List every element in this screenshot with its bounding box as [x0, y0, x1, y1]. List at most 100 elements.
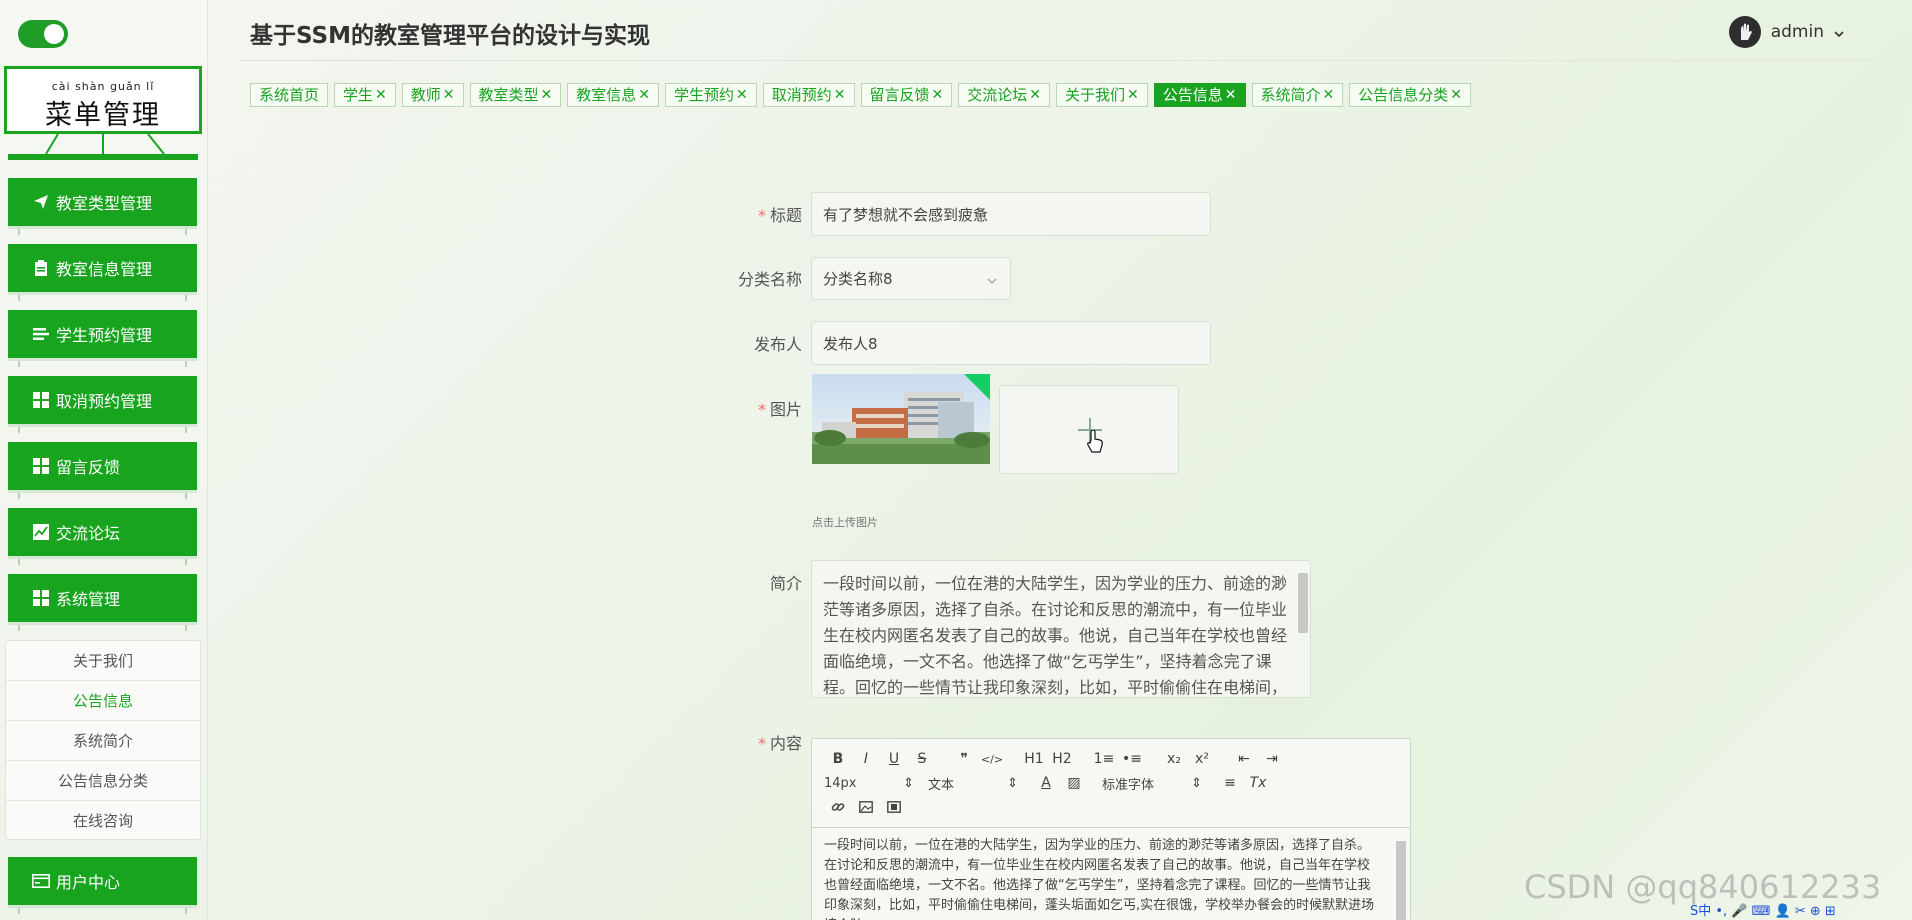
submenu-item-notice-category[interactable]: 公告信息分类 — [6, 761, 200, 801]
category-label: 分类名称 — [737, 270, 802, 289]
pointer-cursor-icon — [1086, 429, 1104, 458]
user-menu[interactable]: admin — [1728, 16, 1844, 48]
clear-format-button[interactable]: Tx — [1244, 772, 1272, 794]
tab-9[interactable]: 关于我们 ✕ — [1056, 83, 1148, 107]
underline-button[interactable]: U — [880, 748, 908, 770]
indent-button[interactable]: ⇥ — [1258, 748, 1286, 770]
close-icon[interactable]: ✕ — [541, 84, 553, 106]
tab-label: 教室信息 — [576, 86, 637, 104]
close-icon[interactable]: ✕ — [932, 84, 944, 106]
uploaded-image-thumbnail[interactable] — [812, 374, 990, 464]
superscript-button[interactable]: x² — [1188, 748, 1216, 770]
tab-label: 关于我们 — [1065, 86, 1126, 104]
rich-text-editor: B I U S ❞ </> H1 H2 1≡ •≡ x₂ x² ⇤ ⇥ 14px… — [811, 738, 1411, 920]
link-icon[interactable] — [824, 796, 852, 818]
header-divider — [240, 60, 1872, 61]
close-icon[interactable]: ✕ — [1127, 84, 1139, 106]
submenu-item-consult[interactable]: 在线咨询 — [6, 801, 200, 841]
font-color-icon[interactable]: A — [1032, 772, 1060, 794]
publisher-input[interactable]: 发布人8 — [811, 321, 1211, 365]
blockquote-button[interactable]: ❞ — [950, 748, 978, 770]
editor-content[interactable]: 一段时间以前，一位在港的大陆学生，因为学业的压力、前途的渺茫等诸多原因，选择了自… — [812, 827, 1410, 920]
upload-success-corner — [964, 374, 990, 400]
bullet-list-button[interactable]: •≡ — [1118, 748, 1146, 770]
menu-item-label: 交流论坛 — [56, 524, 121, 543]
close-icon[interactable]: ✕ — [1225, 84, 1237, 106]
tab-11[interactable]: 系统简介 ✕ — [1251, 83, 1344, 107]
image-icon[interactable] — [852, 796, 880, 818]
close-icon[interactable]: ✕ — [375, 84, 387, 106]
tab-bar: 系统首页 学生 ✕ 教师 ✕ 教室类型 ✕ 教室信息 ✕ 学生预约 ✕ 取消预约 ✕ 留言反馈 ✕ 交流论坛 ✕… — [250, 83, 1472, 107]
submenu-item-intro[interactable]: 系统简介 — [6, 721, 200, 761]
tab-8[interactable]: 交流论坛 ✕ — [958, 83, 1051, 107]
menu-item-label: 教室信息管理 — [56, 260, 153, 279]
close-icon[interactable]: ✕ — [1029, 84, 1041, 106]
background-color-icon[interactable]: ▨ — [1060, 772, 1088, 794]
strike-button[interactable]: S — [908, 748, 936, 770]
close-icon[interactable]: ✕ — [443, 84, 455, 106]
close-icon[interactable]: ✕ — [834, 84, 846, 106]
tab-0[interactable]: 系统首页 — [250, 83, 329, 107]
align-icon[interactable]: ≡ — [1216, 772, 1244, 794]
chart-icon — [32, 523, 50, 541]
menu-item-classroom-info[interactable]: 教室信息管理 — [8, 244, 197, 301]
menu-item-feedback[interactable]: 留言反馈 — [8, 442, 197, 499]
content-label: * 内容 — [757, 734, 802, 753]
menu-item-classroom-type[interactable]: 教室类型管理 — [8, 178, 197, 235]
grid-icon — [32, 457, 50, 475]
ordered-list-button[interactable]: 1≡ — [1090, 748, 1118, 770]
menu-item-label: 学生预约管理 — [56, 326, 153, 345]
publisher-label: 发布人 — [753, 335, 802, 354]
menu-item-user-center[interactable]: 用户中心 — [8, 857, 197, 914]
tab-12[interactable]: 公告信息分类 ✕ — [1349, 83, 1472, 107]
tab-10[interactable]: 公告信息 ✕ — [1153, 83, 1246, 107]
id-card-icon — [32, 872, 50, 890]
close-icon[interactable]: ✕ — [1450, 84, 1462, 106]
close-icon[interactable]: ✕ — [1323, 84, 1335, 106]
submenu-item-about[interactable]: 关于我们 — [6, 641, 200, 681]
logo-pinyin: cài shàn guǎn lǐ — [51, 80, 155, 93]
menu-item-student-booking[interactable]: 学生预约管理 — [8, 310, 197, 367]
close-icon[interactable]: ✕ — [638, 84, 650, 106]
tab-1[interactable]: 学生 ✕ — [334, 83, 396, 107]
clipboard-icon — [32, 259, 50, 277]
intro-textarea[interactable]: 一段时间以前，一位在港的大陆学生，因为学业的压力、前途的渺茫等诸多原因，选择了自… — [811, 560, 1311, 698]
menu-item-system[interactable]: 系统管理 — [8, 574, 197, 631]
menu-item-label: 留言反馈 — [56, 458, 121, 477]
toolbar-row-1: B I U S ❞ </> H1 H2 1≡ •≡ x₂ x² ⇤ ⇥ — [824, 747, 1398, 771]
tab-2[interactable]: 教师 ✕ — [401, 83, 464, 107]
menu-item-cancel-booking[interactable]: 取消预约管理 — [8, 376, 197, 433]
font-size-select[interactable]: 14px ⇕ — [824, 776, 914, 791]
tab-label: 学生 — [343, 86, 374, 104]
code-block-button[interactable]: </> — [978, 748, 1006, 770]
video-icon[interactable] — [880, 796, 908, 818]
outdent-button[interactable]: ⇤ — [1230, 748, 1258, 770]
h1-button[interactable]: H1 — [1020, 748, 1048, 770]
tab-label: 取消预约 — [771, 86, 832, 104]
tab-3[interactable]: 教室类型 ✕ — [469, 83, 562, 107]
close-icon[interactable]: ✕ — [736, 84, 748, 106]
tab-6[interactable]: 取消预约 ✕ — [762, 83, 855, 107]
sidebar-toggle[interactable] — [18, 20, 68, 48]
textarea-scrollbar[interactable] — [1298, 573, 1308, 633]
subscript-button[interactable]: x₂ — [1160, 748, 1188, 770]
category-select[interactable]: 分类名称8 — [811, 257, 1011, 300]
editor-scrollbar[interactable] — [1396, 841, 1406, 920]
tab-label: 系统首页 — [259, 86, 320, 104]
toggle-knob — [44, 24, 64, 44]
italic-button[interactable]: I — [852, 748, 880, 770]
logo-text: 菜单管理 — [45, 100, 161, 131]
tab-7[interactable]: 留言反馈 ✕ — [860, 83, 953, 107]
menu-item-forum[interactable]: 交流论坛 — [8, 508, 197, 565]
h2-button[interactable]: H2 — [1048, 748, 1076, 770]
tab-5[interactable]: 学生预约 ✕ — [665, 83, 757, 107]
bold-button[interactable]: B — [824, 748, 852, 770]
grid-icon — [32, 391, 50, 409]
title-input[interactable]: 有了梦想就不会感到疲惫 — [811, 192, 1211, 236]
submenu-item-notice[interactable]: 公告信息 — [6, 681, 200, 721]
font-family-select[interactable]: 标准字体 ⇕ — [1102, 774, 1202, 793]
tab-4[interactable]: 教室信息 ✕ — [567, 83, 660, 107]
block-type-select[interactable]: 文本 ⇕ — [928, 774, 1018, 793]
system-submenu: 关于我们 公告信息 系统简介 公告信息分类 在线咨询 — [5, 640, 201, 840]
avatar — [1728, 16, 1761, 48]
